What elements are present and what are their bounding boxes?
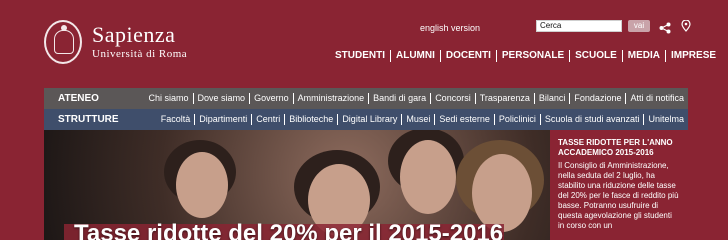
hero-photo: Tasse ridotte del 20% per il 2015-2016 — [44, 130, 550, 240]
ateneo-title[interactable]: ATENEO — [44, 93, 142, 104]
ateneo-link-dove-siamo[interactable]: Dove siamo — [192, 93, 245, 104]
nav-docenti[interactable]: DOCENTI — [441, 50, 497, 62]
ateneo-link-fondazione[interactable]: Fondazione — [569, 93, 621, 104]
top-navigation: STUDENTI ALUMNI DOCENTI PERSONALE SCUOLE… — [330, 50, 716, 62]
strutture-link-scuola-studi-avanzati[interactable]: Scuola di studi avanzati — [539, 114, 639, 125]
ateneo-link-atti[interactable]: Atti di notifica — [625, 93, 684, 104]
hero-banner[interactable]: Tasse ridotte del 20% per il 2015-2016 T… — [44, 130, 688, 240]
share-icon[interactable] — [659, 22, 671, 34]
strutture-link-policlinici[interactable]: Policlinici — [493, 114, 536, 125]
sapienza-logo[interactable]: Sapienza Università di Roma — [44, 20, 187, 64]
news-title[interactable]: TASSE RIDOTTE PER L'ANNO ACCADEMICO 2015… — [558, 138, 680, 158]
nav-studenti[interactable]: STUDENTI — [330, 50, 391, 62]
strutture-link-centri[interactable]: Centri — [251, 114, 280, 125]
brand-name: Sapienza — [92, 22, 176, 47]
ateneo-link-trasparenza[interactable]: Trasparenza — [474, 93, 530, 104]
brand-subtitle: Università di Roma — [92, 48, 188, 60]
strutture-link-sedi-esterne[interactable]: Sedi esterne — [434, 114, 490, 125]
search-input[interactable]: Cerca — [536, 20, 622, 32]
search-button[interactable]: vai — [628, 20, 650, 32]
news-body: Il Consiglio di Amministrazione, nella s… — [558, 161, 679, 230]
map-pin-icon[interactable] — [681, 20, 691, 32]
nav-alumni[interactable]: ALUMNI — [391, 50, 441, 62]
nav-imprese[interactable]: IMPRESE — [666, 50, 716, 62]
person-face — [400, 140, 456, 214]
strutture-bar: STRUTTURE Facoltà Dipartimenti Centri Bi… — [44, 109, 688, 130]
ateneo-link-amministrazione[interactable]: Amministrazione — [292, 93, 364, 104]
news-box[interactable]: TASSE RIDOTTE PER L'ANNO ACCADEMICO 2015… — [550, 130, 688, 240]
nav-media[interactable]: MEDIA — [623, 50, 667, 62]
strutture-title[interactable]: STRUTTURE — [44, 114, 142, 125]
brand-text: Sapienza Università di Roma — [92, 24, 187, 60]
strutture-link-dipartimenti[interactable]: Dipartimenti — [194, 114, 247, 125]
ateneo-link-concorsi[interactable]: Concorsi — [430, 93, 471, 104]
strutture-link-unitelma[interactable]: Unitelma — [643, 114, 684, 125]
strutture-links: Facoltà Dipartimenti Centri Biblioteche … — [142, 114, 688, 125]
nav-scuole[interactable]: SCUOLE — [570, 50, 623, 62]
ateneo-links: Chi siamo Dove siamo Governo Amministraz… — [142, 93, 688, 104]
strutture-link-biblioteche[interactable]: Biblioteche — [284, 114, 333, 125]
strutture-link-digital-library[interactable]: Digital Library — [337, 114, 397, 125]
ateneo-link-bilanci[interactable]: Bilanci — [533, 93, 565, 104]
nav-personale[interactable]: PERSONALE — [497, 50, 571, 62]
strutture-link-facolta[interactable]: Facoltà — [161, 114, 191, 125]
ateneo-link-bandi[interactable]: Bandi di gara — [368, 93, 426, 104]
university-seal-icon — [44, 20, 82, 64]
ateneo-link-chi-siamo[interactable]: Chi siamo — [149, 93, 189, 104]
ateneo-link-governo[interactable]: Governo — [249, 93, 289, 104]
person-face — [176, 152, 228, 218]
strutture-link-musei[interactable]: Musei — [401, 114, 430, 125]
hero-caption[interactable]: Tasse ridotte del 20% per il 2015-2016 — [74, 220, 503, 240]
english-version-link[interactable]: english version — [420, 23, 480, 33]
ateneo-bar: ATENEO Chi siamo Dove siamo Governo Ammi… — [44, 88, 688, 109]
